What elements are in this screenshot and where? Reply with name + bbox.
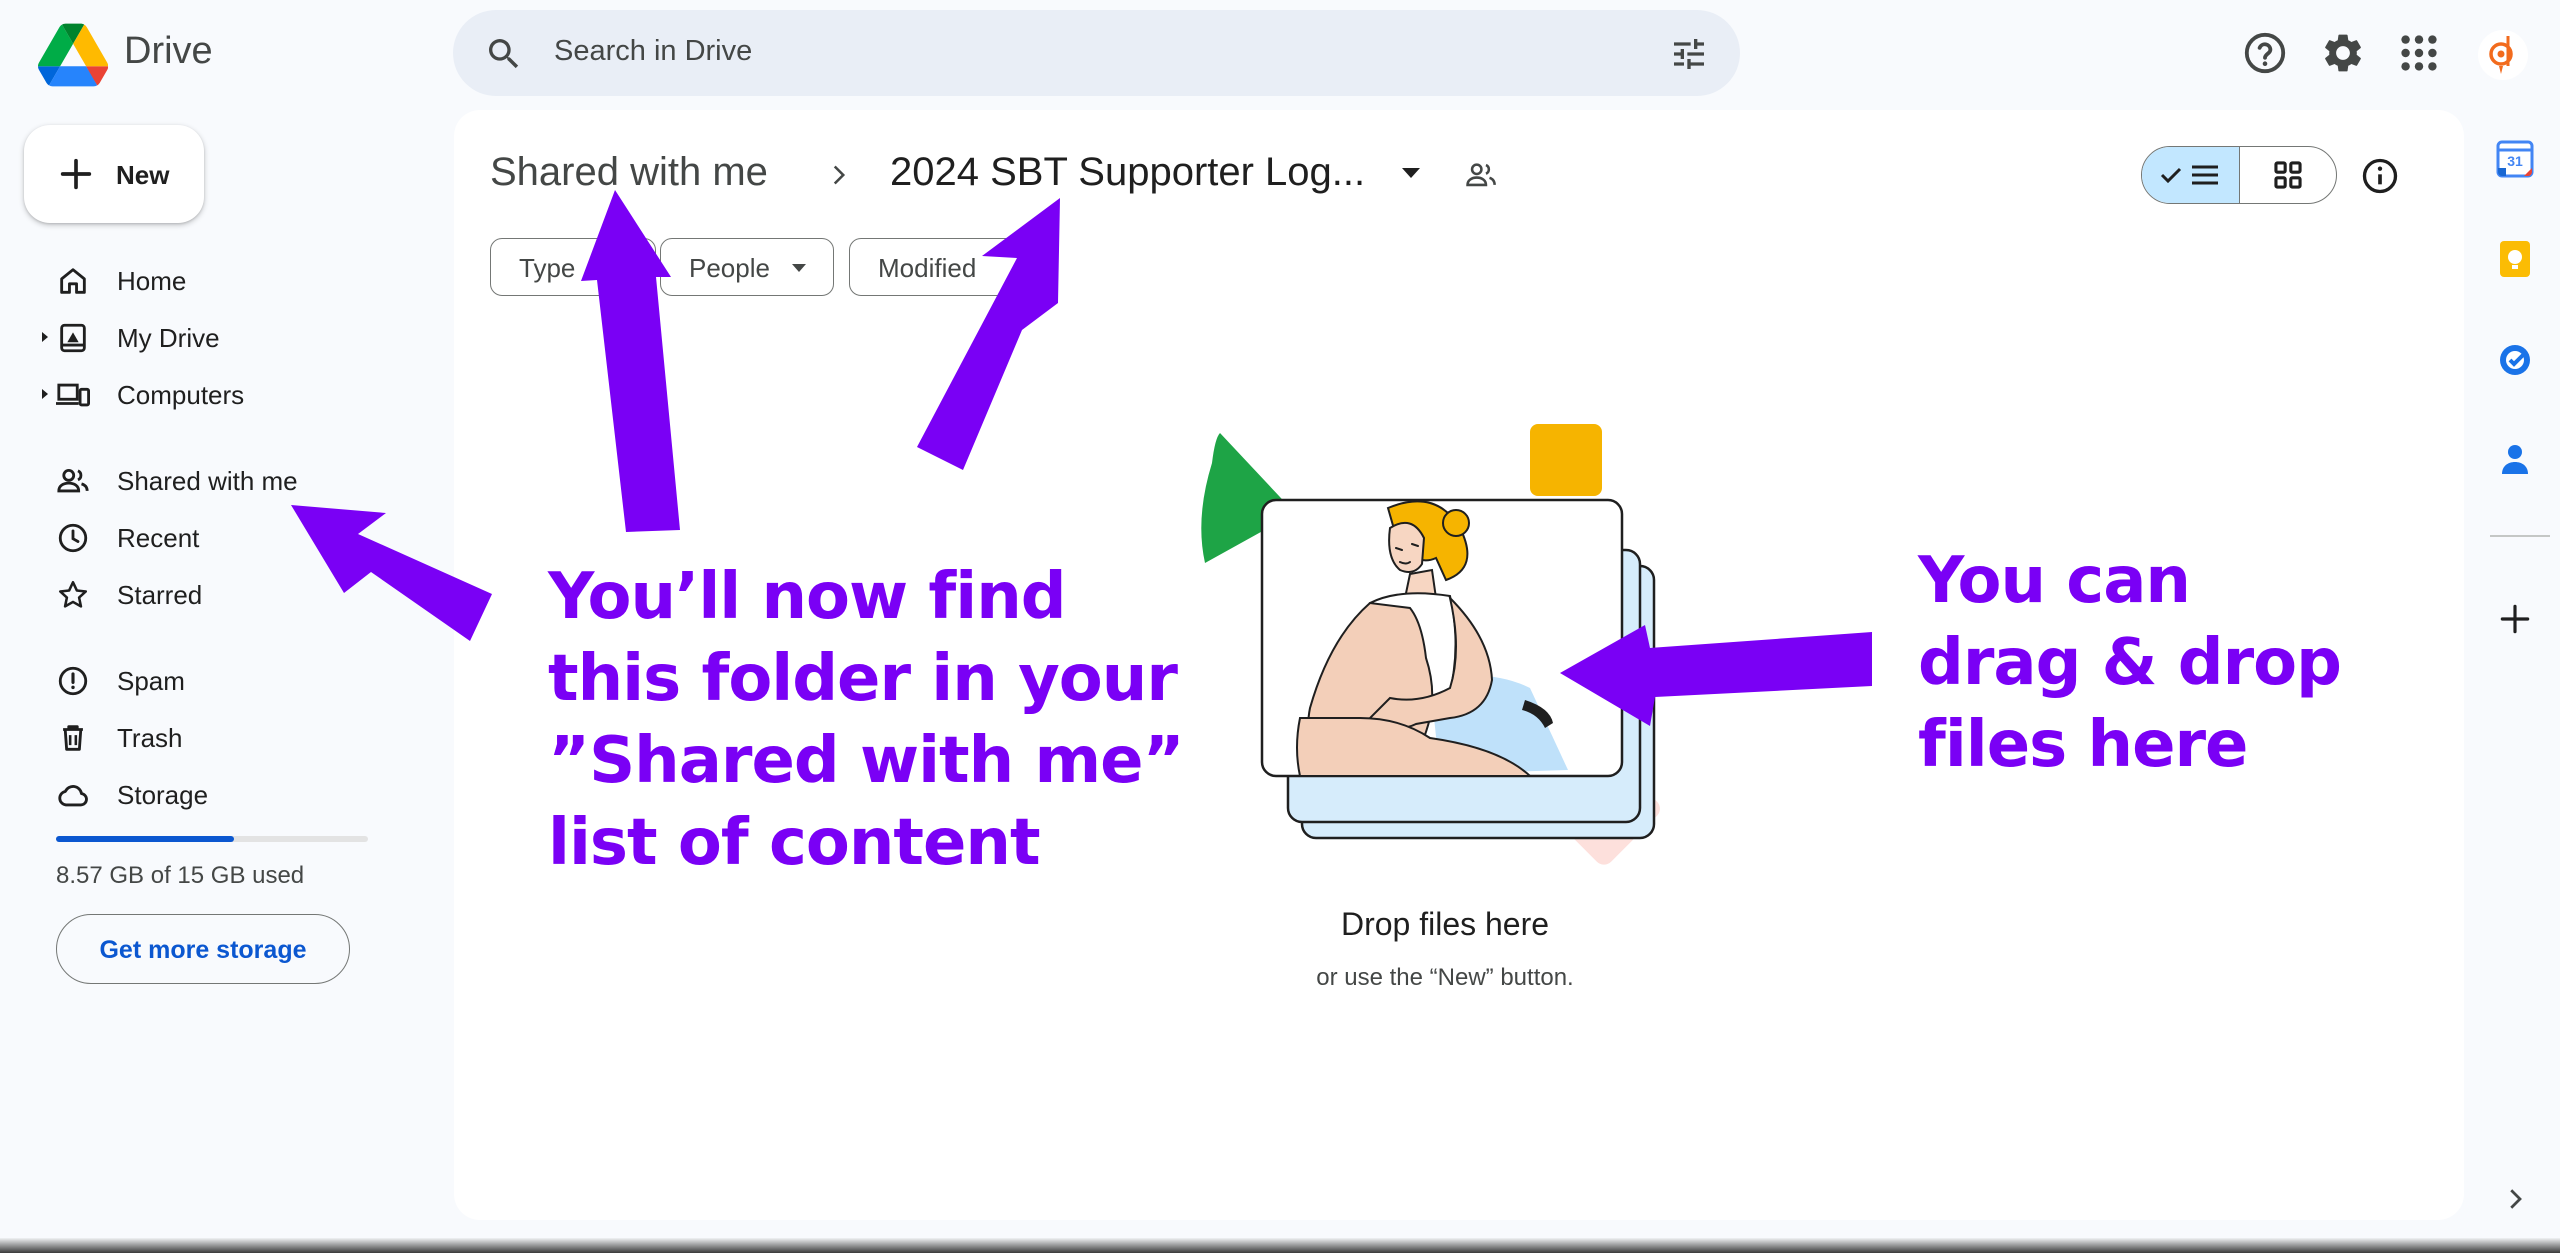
- new-button-label: New: [116, 160, 170, 190]
- sidebar-item-storage[interactable]: Storage: [40, 770, 440, 818]
- filter-label: Modified: [878, 253, 977, 283]
- plus-icon: [60, 158, 92, 190]
- cloud-icon: [58, 785, 88, 807]
- breadcrumb-shared-with-me[interactable]: Shared with me: [490, 150, 768, 195]
- expand-caret-icon[interactable]: [40, 386, 50, 402]
- shared-with-me-icon: [57, 468, 89, 493]
- new-button[interactable]: [24, 125, 204, 223]
- sidebar-item-label: Shared with me: [117, 466, 298, 496]
- annotation-text-left: You’ll now find this folder in your ”Sha…: [548, 560, 1185, 880]
- app-title: Drive: [124, 30, 213, 72]
- sidebar-item-shared-with-me[interactable]: Shared with me: [40, 456, 440, 504]
- sidebar-item-spam[interactable]: Spam: [40, 656, 440, 704]
- chevron-right-icon[interactable]: [2500, 1184, 2530, 1214]
- search-input[interactable]: Search in Drive: [554, 35, 752, 68]
- breadcrumb-current-folder[interactable]: 2024 SBT Supporter Log...: [890, 150, 1365, 195]
- sidebar-item-label: Trash: [117, 723, 183, 753]
- grid-view-icon[interactable]: [2270, 158, 2306, 192]
- check-list-icon: [2160, 165, 2218, 185]
- storage-meter-fill: [56, 836, 234, 842]
- calendar-day: 31: [2507, 153, 2523, 169]
- home-icon: [60, 268, 86, 294]
- filter-label: People: [689, 253, 770, 283]
- spam-icon: [58, 666, 88, 696]
- sidebar-item-label: Computers: [117, 380, 245, 410]
- storage-usage-text: 8.57 GB of 15 GB used: [56, 862, 305, 889]
- star-icon: [58, 580, 88, 608]
- account-avatar[interactable]: [2478, 30, 2528, 80]
- caret-down-icon[interactable]: [1400, 166, 1422, 180]
- sidebar-item-trash[interactable]: Trash: [40, 713, 440, 761]
- filter-modified-chip[interactable]: Modified: [849, 238, 1039, 296]
- sidebar-item-label: Storage: [117, 780, 209, 810]
- caret-down-icon: [792, 264, 806, 272]
- sidebar-item-label: Recent: [117, 523, 200, 553]
- filter-label: Type: [519, 253, 576, 283]
- empty-state-title: Drop files here: [1340, 906, 1550, 942]
- annotation-text-right: You can drag & drop files here: [1918, 544, 2342, 782]
- gear-icon[interactable]: [2320, 30, 2366, 76]
- contacts-icon[interactable]: [2496, 440, 2534, 478]
- help-icon[interactable]: [2242, 30, 2288, 76]
- trash-icon: [63, 725, 83, 751]
- get-more-storage-label: Get more storage: [99, 936, 307, 964]
- expand-caret-icon[interactable]: [40, 329, 50, 345]
- search-options-icon[interactable]: [1669, 34, 1709, 74]
- side-panel-divider: [2490, 535, 2550, 537]
- apps-grid-icon[interactable]: [2396, 30, 2442, 76]
- keep-notes-icon[interactable]: [2496, 240, 2534, 278]
- sidebar-item-my-drive[interactable]: My Drive: [40, 313, 440, 361]
- my-drive-icon: [60, 323, 86, 353]
- sidebar-item-starred[interactable]: Starred: [40, 570, 440, 618]
- info-icon[interactable]: [2360, 156, 2400, 196]
- shared-folder-icon[interactable]: [1464, 158, 1498, 192]
- sidebar-item-label: Home: [117, 266, 187, 296]
- sidebar-item-recent[interactable]: Recent: [40, 513, 440, 561]
- filter-type-chip[interactable]: Type: [490, 238, 656, 296]
- window-bottom-edge: [0, 1238, 2560, 1253]
- computers-icon: [56, 383, 90, 407]
- sidebar-item-home[interactable]: Home: [40, 256, 440, 304]
- search-icon[interactable]: [484, 34, 524, 74]
- sidebar-item-computers[interactable]: Computers: [40, 370, 440, 418]
- tasks-icon[interactable]: [2496, 340, 2534, 378]
- plus-icon[interactable]: [2496, 600, 2534, 638]
- empty-state-subtitle: or use the “New” button.: [1316, 964, 1574, 991]
- sidebar-item-label: Starred: [117, 580, 203, 610]
- sidebar-item-label: Spam: [117, 666, 185, 696]
- chevron-right-icon: [833, 165, 846, 185]
- filter-people-chip[interactable]: People: [660, 238, 834, 296]
- clock-icon: [58, 523, 88, 553]
- drop-files-illustration: [1201, 424, 1660, 865]
- calendar-icon[interactable]: 31: [2496, 140, 2534, 178]
- sidebar-item-label: My Drive: [117, 323, 220, 353]
- drive-logo-icon[interactable]: [38, 20, 108, 90]
